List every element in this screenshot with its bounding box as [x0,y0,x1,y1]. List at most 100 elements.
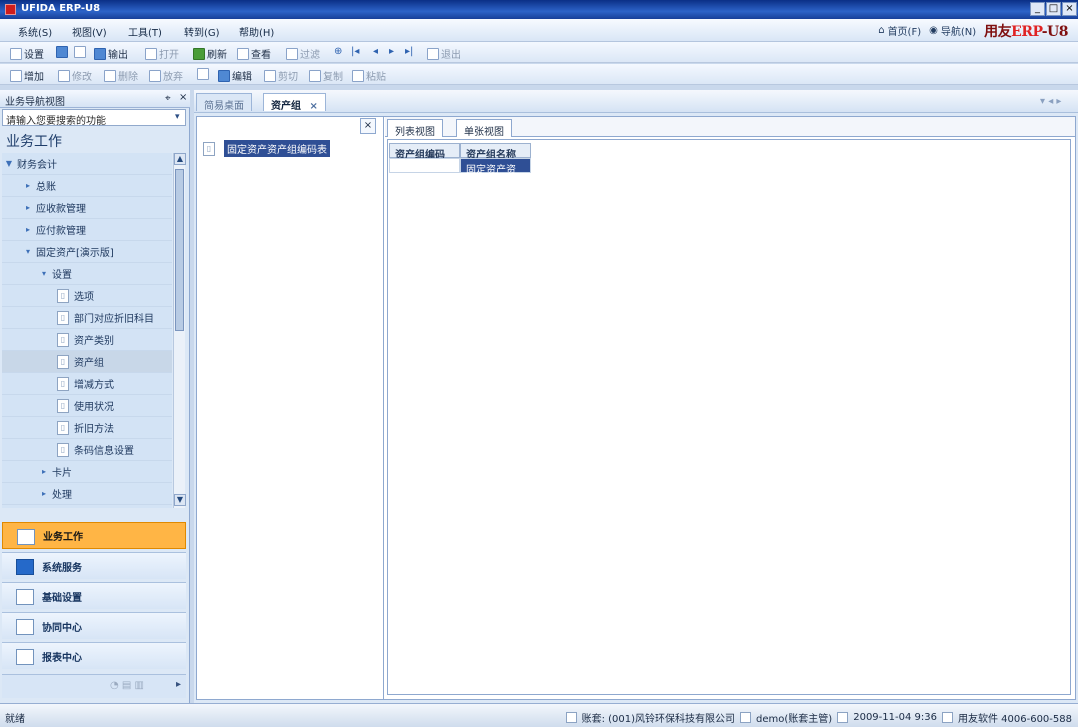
window-title: UFIDA ERP-U8 [21,3,101,14]
search-button[interactable]: ⊕ [334,46,342,57]
navigation-link[interactable]: ◉ 导航(N) [929,23,976,38]
document-icon: ▯ [57,376,69,391]
tree-node-cards[interactable]: ▸ 卡片 [2,461,172,483]
next-button[interactable]: ▸ [389,46,394,57]
document-icon: ▯ [57,332,69,347]
column-header-name[interactable]: 资产组名称 [460,143,531,161]
previous-button[interactable]: ◂ [373,46,378,57]
last-button[interactable]: ▸| [405,46,413,57]
column-header-code[interactable]: 资产组编码 [389,143,460,161]
maximize-button[interactable]: □ [1046,2,1061,16]
tab-card-view[interactable]: 单张视图 [456,119,512,138]
scroll-up-icon[interactable]: ▲ [174,153,186,165]
menu-system[interactable]: 系统(S) [18,24,52,39]
tree-item-depreciation-method[interactable]: ▯ 折旧方法 [2,417,172,439]
edit-button[interactable]: 修改 [58,68,92,83]
tree-item-usage-status[interactable]: ▯ 使用状况 [2,395,172,417]
cut-button[interactable]: 剪切 [264,68,298,83]
compile-button[interactable]: 编辑 [218,68,252,83]
search-icon: ⊕ [334,46,343,57]
tree-node-payables[interactable]: ▸ 应付款管理 [2,219,172,241]
export-button[interactable]: 输出 [94,46,128,61]
document-icon: ▯ [57,354,69,369]
next-icon: ▸ [389,46,395,57]
table-cell-code[interactable] [389,158,460,173]
tree-root-label: 固定资产资产组编码表 [224,140,330,157]
asset-group-tree-root[interactable]: ▯ 固定资产资产组编码表 [203,140,330,157]
module-small-icons[interactable]: ◔ ▤ ▥ [110,680,144,691]
tree-node-setup[interactable]: ▾ 设置 [2,263,172,285]
print-button[interactable] [56,46,68,58]
navigation-link-label: 导航(N) [940,27,977,38]
pin-icon[interactable]: ⌖ [165,93,171,104]
tree-node-receivables[interactable]: ▸ 应收款管理 [2,197,172,219]
tree-item-asset-category[interactable]: ▯ 资产类别 [2,329,172,351]
expand-icon: ▾ [25,247,30,256]
navigation-tree: ▼ 财务会计 ▸ 总账 ▸ 应收款管理 ▸ 应付款管理 ▾ 固定资产[演示版] ▾ 设置 ▯… [2,153,172,508]
tab-asset-group[interactable]: 资产组 × [263,93,326,112]
close-button[interactable]: × [1062,2,1077,16]
document-icon: ▯ [57,398,69,413]
tree-node-general-ledger[interactable]: ▸ 总账 [2,175,172,197]
home-link[interactable]: ⌂ 首页(F) [878,23,921,38]
minimize-button[interactable]: _ [1030,2,1045,16]
tab-list-view[interactable]: 列表视图 [387,119,443,138]
add-button[interactable]: 增加 [10,68,44,83]
module-collaboration-center[interactable]: 协同中心 [2,612,186,639]
tab-close-icon[interactable]: × [309,101,317,112]
tree-item-asset-group[interactable]: ▯ 资产组 [2,351,172,373]
export-icon [94,47,106,60]
save-button[interactable] [197,68,209,80]
module-business-work[interactable]: 业务工作 [2,522,186,549]
tree-item-barcode-settings[interactable]: ▯ 条码信息设置 [2,439,172,461]
cancel-button[interactable]: 放弃 [149,68,183,83]
scroll-thumb[interactable] [175,169,184,331]
settings-button[interactable]: 设置 [10,46,44,61]
tree-item-department-depreciation[interactable]: ▯ 部门对应折旧科目 [2,307,172,329]
header-tools: ⌂ 首页(F) ◉ 导航(N) 用友ERP-U8 [878,21,1068,41]
table-cell-name[interactable]: 固定资产资产 [460,158,531,191]
tree-scrollbar[interactable]: ▲ ▼ [173,153,186,508]
tree-item-change-method[interactable]: ▯ 增减方式 [2,373,172,395]
status-bar: 就绪 账套: (001)风铃环保科技有限公司 demo(账套主管) 2009-1… [0,703,1078,727]
module-system-service[interactable]: 系统服务 [2,552,186,579]
home-link-label: 首页(F) [887,27,922,38]
module-overflow-bar: ◔ ▤ ▥ ▸ [2,674,186,698]
preview-button[interactable] [74,46,86,58]
filter-button[interactable]: 过滤 [286,46,320,61]
account-info: 账套: (001)风铃环保科技有限公司 [581,714,736,725]
settings-icon [10,47,22,60]
tree-item-options[interactable]: ▯ 选项 [2,285,172,307]
panel-title: 业务导航视图 [5,97,65,108]
module-basic-settings[interactable]: 基础设置 [2,582,186,609]
delete-button[interactable]: 删除 [104,68,138,83]
document-tabs: 简易桌面 资产组 × ▾ ◂ ▸ [194,90,1078,113]
menu-help[interactable]: 帮助(H) [239,24,274,39]
business-icon [17,529,35,545]
scroll-down-icon[interactable]: ▼ [174,494,186,506]
tree-node-processing[interactable]: ▸ 处理 [2,483,172,505]
pane-close-icon[interactable]: × [360,118,376,134]
paste-button[interactable]: 粘贴 [352,68,386,83]
function-search-input[interactable]: 请输入您要搜索的功能 [2,109,186,127]
tree-node-finance[interactable]: ▼ 财务会计 [2,153,172,175]
open-button[interactable]: 打开 [145,46,179,61]
module-more-icon[interactable]: ▸ [176,679,181,690]
search-dropdown-icon[interactable]: ▾ [175,112,180,122]
module-report-center[interactable]: 报表中心 [2,642,186,669]
tab-simple-desktop[interactable]: 简易桌面 [196,93,252,112]
preview-icon [74,46,86,58]
brand-logo: 用友ERP-U8 [984,21,1068,41]
collapse-icon: ▸ [41,489,46,498]
copy-button[interactable]: 复制 [309,68,343,83]
menu-go[interactable]: 转到(G) [184,24,220,39]
menu-view[interactable]: 视图(V) [72,24,107,39]
view-button[interactable]: 查看 [237,46,271,61]
exit-button[interactable]: 退出 [427,46,461,61]
panel-close-icon[interactable]: × [179,92,187,103]
refresh-button[interactable]: 刷新 [193,46,227,61]
tree-node-fixed-assets[interactable]: ▾ 固定资产[演示版] [2,241,172,263]
menu-tools[interactable]: 工具(T) [128,24,162,39]
tab-navigation-icons[interactable]: ▾ ◂ ▸ [1040,96,1061,107]
first-button[interactable]: |◂ [351,46,359,57]
